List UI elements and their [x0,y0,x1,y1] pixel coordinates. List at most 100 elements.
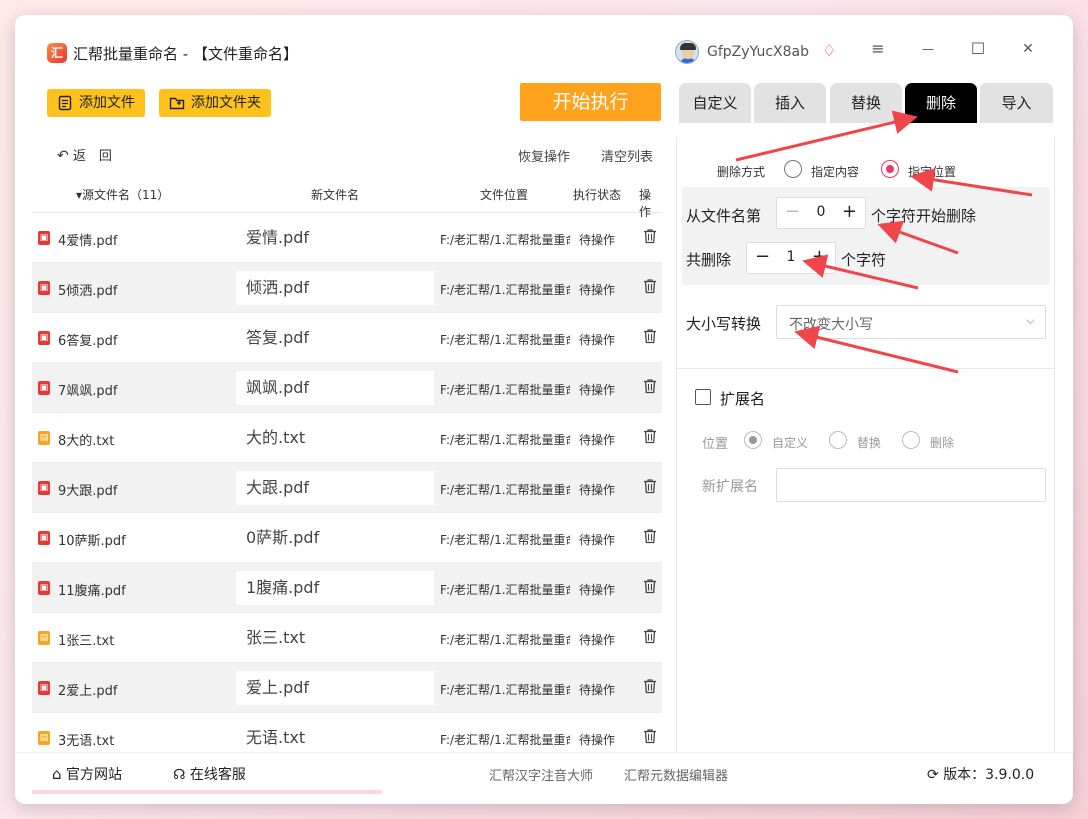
file-location[interactable]: F:/老汇帮/1.汇帮批量重命 [440,481,570,498]
table-row[interactable]: ▣ 11腹痛.pdf 1腹痛.pdf F:/老汇帮/1.汇帮批量重命 待操作 [32,563,662,613]
new-filename[interactable]: 爱情.pdf [236,221,434,255]
ext-replace-label[interactable]: 替换 [857,434,881,451]
new-filename[interactable]: 大跟.pdf [236,471,434,505]
table-row[interactable]: ▤ 3无语.txt 无语.txt F:/老汇帮/1.汇帮批量重命 待操作 [32,713,662,753]
increment-button[interactable]: + [842,201,857,222]
file-location[interactable]: F:/老汇帮/1.汇帮批量重命 [440,581,570,598]
radio-ext-delete[interactable] [902,431,920,449]
pdf-file-icon: ▣ [38,681,50,695]
radio-ext-replace[interactable] [829,431,847,449]
table-row[interactable]: ▣ 9大跟.pdf 大跟.pdf F:/老汇帮/1.汇帮批量重命 待操作 [32,463,662,513]
table-row[interactable]: ▣ 4爱情.pdf 爱情.pdf F:/老汇帮/1.汇帮批量重命 待操作 [32,213,662,263]
new-filename[interactable]: 倾洒.pdf [236,271,434,305]
add-file-button[interactable]: 添加文件 [47,89,145,117]
username[interactable]: GfpZyYucX8ab [707,44,809,60]
pdf-file-icon: ▣ [38,381,50,395]
tab-custom[interactable]: 自定义 [679,83,751,123]
execution-status: 待操作 [579,233,616,247]
file-location[interactable]: F:/老汇帮/1.汇帮批量重命 [440,281,570,298]
table-row[interactable]: ▣ 2爱上.pdf 爱上.pdf F:/老汇帮/1.汇帮批量重命 待操作 [32,663,662,713]
radio-specified-position[interactable] [881,160,899,178]
version-label: 版本：3.9.0.0 [943,767,1035,783]
delete-row-icon[interactable] [643,678,657,694]
radio-ext-custom[interactable] [744,431,762,449]
add-folder-button[interactable]: 添加文件夹 [159,89,271,117]
delete-row-icon[interactable] [643,478,657,494]
source-filename: 11腹痛.pdf [58,584,126,599]
start-position-stepper[interactable]: − 0 + [776,197,866,229]
tab-import[interactable]: 导入 [980,83,1053,123]
start-button[interactable]: 开始执行 [520,83,661,121]
tab-delete[interactable]: 删除 [905,83,977,123]
ext-delete-label[interactable]: 删除 [930,434,954,451]
specified-position-label[interactable]: 指定位置 [908,163,956,180]
file-location[interactable]: F:/老汇帮/1.汇帮批量重命 [440,531,570,548]
delete-row-icon[interactable] [643,328,657,344]
new-filename[interactable]: 1腹痛.pdf [236,571,434,605]
delete-row-icon[interactable] [643,728,657,744]
table-row[interactable]: ▤ 1张三.txt 张三.txt F:/老汇帮/1.汇帮批量重命 待操作 [32,613,662,663]
file-location[interactable]: F:/老汇帮/1.汇帮批量重命 [440,681,570,698]
new-filename[interactable]: 0萨斯.pdf [236,521,434,555]
file-location[interactable]: F:/老汇帮/1.汇帮批量重命 [440,381,570,398]
menu-icon[interactable]: ≡ [863,39,893,58]
support-agent-icon: ☊ [173,767,186,783]
execution-status: 待操作 [579,733,616,747]
add-folder-label: 添加文件夹 [191,95,261,111]
table-row[interactable]: ▤ 8大的.txt 大的.txt F:/老汇帮/1.汇帮批量重命 待操作 [32,413,662,463]
online-support-link[interactable]: ☊ 在线客服 [173,764,246,784]
maximize-button[interactable]: ☐ [963,39,993,58]
specified-content-label[interactable]: 指定内容 [811,163,859,180]
extension-checkbox[interactable] [695,389,711,405]
new-filename[interactable]: 爱上.pdf [236,671,434,705]
new-filename[interactable]: 张三.txt [236,621,434,655]
new-filename[interactable]: 答复.pdf [236,321,434,355]
file-location[interactable]: F:/老汇帮/1.汇帮批量重命 [440,631,570,648]
source-filename: 3无语.txt [58,734,115,749]
close-button[interactable]: ✕ [1013,41,1043,57]
file-location[interactable]: F:/老汇帮/1.汇帮批量重命 [440,431,570,448]
file-location[interactable]: F:/老汇帮/1.汇帮批量重命 [440,231,570,248]
file-location[interactable]: F:/老汇帮/1.汇帮批量重命 [440,331,570,348]
vip-diamond-icon[interactable]: ♢ [822,41,836,60]
clear-list-button[interactable]: 清空列表 [601,146,653,165]
version-info[interactable]: ⟳ 版本：3.9.0.0 [927,764,1034,784]
tab-insert[interactable]: 插入 [754,83,826,123]
new-extension-input[interactable] [776,468,1046,502]
source-filename: 2爱上.pdf [58,684,118,699]
pinyin-master-link[interactable]: 汇帮汉字注音大师 [489,765,593,784]
minimize-button[interactable]: — [913,42,943,56]
tab-replace[interactable]: 替换 [830,83,902,123]
delete-count-stepper[interactable]: − 1 + [746,242,836,274]
table-row[interactable]: ▣ 5倾洒.pdf 倾洒.pdf F:/老汇帮/1.汇帮批量重命 待操作 [32,263,662,313]
new-filename[interactable]: 大的.txt [236,421,434,455]
horizontal-scrollbar[interactable] [32,790,382,794]
title-bar: 汇 汇帮批量重命名 - 【文件重命名】 GfpZyYucX8ab ♢ ≡ — ☐… [15,15,1073,85]
delete-row-icon[interactable] [643,378,657,394]
new-filename[interactable]: 无语.txt [236,721,434,753]
delete-row-icon[interactable] [643,628,657,644]
col-source-name[interactable]: ▾源文件名（11） [76,186,169,203]
app-title: 汇帮批量重命名 - 【文件重命名】 [73,45,298,63]
delete-row-icon[interactable] [643,278,657,294]
metadata-editor-link[interactable]: 汇帮元数据编辑器 [624,765,728,784]
back-button[interactable]: ↶ 返 回 [57,145,112,164]
restore-button[interactable]: 恢复操作 [518,146,570,165]
table-row[interactable]: ▣ 10萨斯.pdf 0萨斯.pdf F:/老汇帮/1.汇帮批量重命 待操作 [32,513,662,563]
file-location[interactable]: F:/老汇帮/1.汇帮批量重命 [440,731,570,748]
case-convert-select[interactable]: 不改变大小写 ⌵ [776,305,1046,339]
source-filename: 7飒飒.pdf [58,384,118,399]
table-row[interactable]: ▣ 6答复.pdf 答复.pdf F:/老汇帮/1.汇帮批量重命 待操作 [32,313,662,363]
delete-row-icon[interactable] [643,578,657,594]
user-avatar[interactable] [675,40,699,64]
increment-button[interactable]: + [812,246,827,267]
extension-label[interactable]: 扩展名 [720,388,765,409]
delete-row-icon[interactable] [643,528,657,544]
official-website-link[interactable]: ⌂ 官方网站 [52,764,122,784]
delete-row-icon[interactable] [643,228,657,244]
radio-specified-content[interactable] [784,160,802,178]
new-filename[interactable]: 飒飒.pdf [236,371,434,405]
ext-custom-label[interactable]: 自定义 [772,434,808,451]
table-row[interactable]: ▣ 7飒飒.pdf 飒飒.pdf F:/老汇帮/1.汇帮批量重命 待操作 [32,363,662,413]
delete-row-icon[interactable] [643,428,657,444]
